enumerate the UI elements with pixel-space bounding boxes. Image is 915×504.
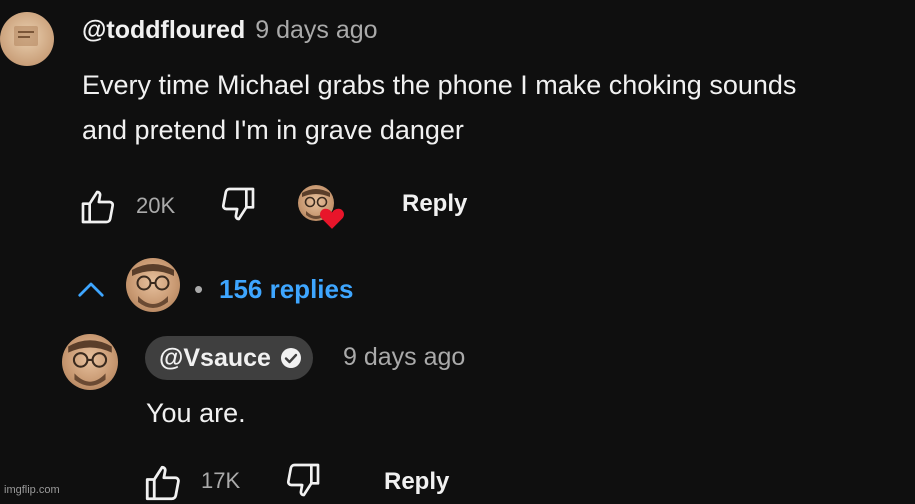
- avatar-image: [132, 264, 174, 308]
- comment-author[interactable]: @toddfloured: [82, 16, 245, 45]
- dislike-button[interactable]: [218, 184, 258, 224]
- reply-author: @Vsauce: [159, 343, 271, 372]
- reply-button[interactable]: Reply: [402, 190, 467, 218]
- creator-heart-badge: [298, 185, 350, 235]
- like-button[interactable]: [78, 187, 118, 227]
- replier-avatar-small: [126, 258, 180, 312]
- chevron-up-icon: [78, 282, 104, 297]
- like-icon: [145, 465, 180, 501]
- comment-time[interactable]: 9 days ago: [255, 16, 377, 45]
- reply-like-count: 17K: [201, 468, 241, 493]
- reply-text: You are.: [146, 398, 246, 428]
- reply-time[interactable]: 9 days ago: [343, 343, 465, 372]
- like-count: 20K: [136, 193, 176, 218]
- separator-dot: •: [194, 274, 204, 304]
- avatar-image: [14, 26, 38, 46]
- dislike-icon: [286, 463, 320, 497]
- comment-text-line-1: Every time Michael grabs the phone I mak…: [82, 70, 797, 100]
- like-icon: [81, 190, 115, 224]
- creator-handle-pill[interactable]: @Vsauce: [145, 336, 313, 380]
- verified-check-icon: [280, 348, 301, 368]
- reply-dislike-button[interactable]: [283, 460, 323, 500]
- heart-icon: [320, 208, 344, 229]
- comment-header: @toddfloured 9 days ago: [82, 16, 378, 45]
- reply-reply-button[interactable]: Reply: [384, 468, 449, 496]
- replies-count-link[interactable]: 156 replies: [219, 274, 353, 305]
- avatar-image: [68, 340, 112, 386]
- avatar-toddfloured[interactable]: [0, 12, 54, 66]
- watermark: imgflip.com: [4, 484, 60, 496]
- reply-like-button[interactable]: [142, 462, 184, 504]
- dislike-icon: [221, 187, 255, 221]
- avatar-vsauce[interactable]: [62, 334, 118, 390]
- collapse-replies-button[interactable]: [76, 276, 106, 302]
- comment-text-line-2: and pretend I'm in grave danger: [82, 115, 464, 145]
